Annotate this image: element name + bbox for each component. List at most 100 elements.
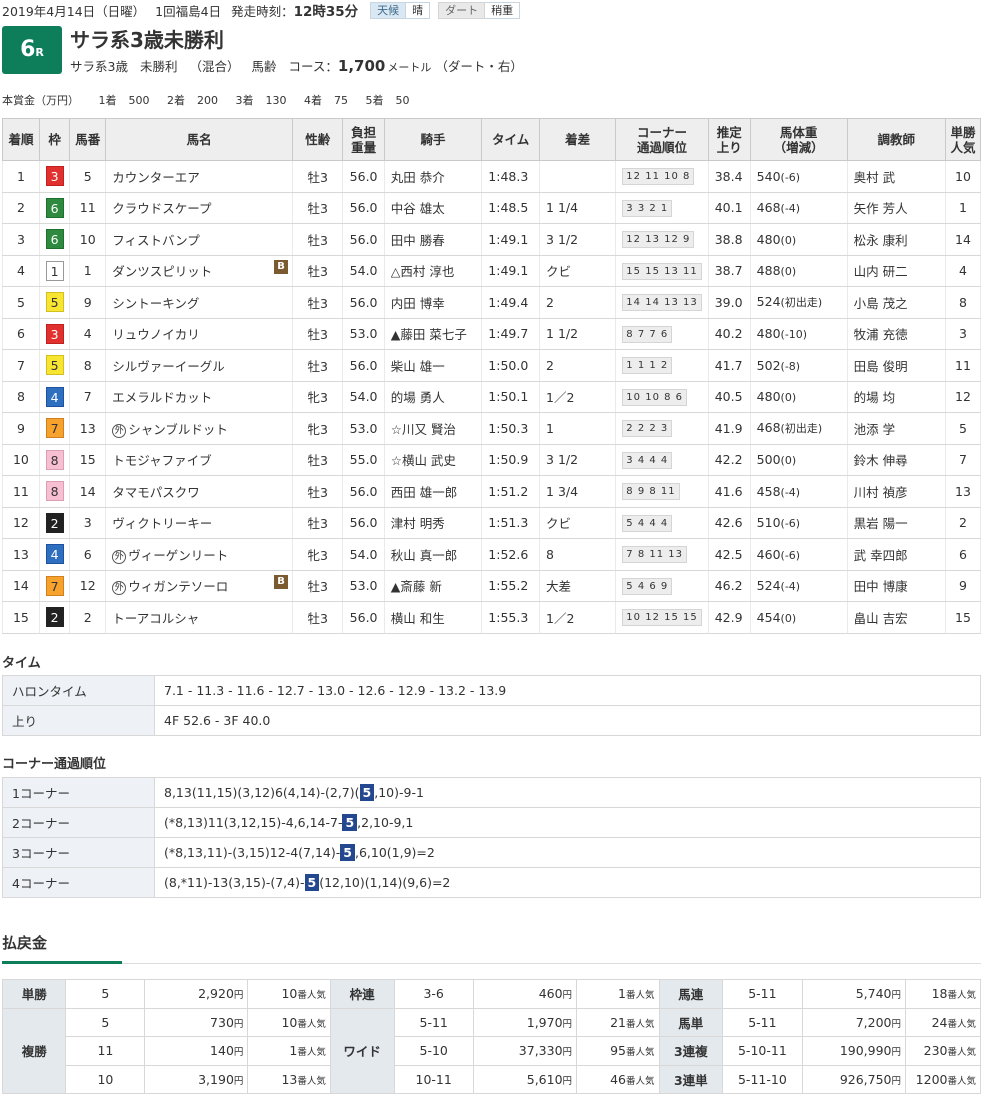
- umaren-label: 馬連: [658, 979, 724, 1009]
- win-popularity: 6: [944, 538, 982, 571]
- body-weight-diff: (-4): [780, 202, 801, 216]
- finish-order: 15: [2, 601, 40, 634]
- trainer-name[interactable]: 山内 研二: [846, 254, 946, 287]
- jockey-name[interactable]: 秋山 真一郎: [383, 538, 483, 571]
- jockey-name[interactable]: 津村 明秀: [383, 506, 483, 539]
- trainer-name[interactable]: 田島 俊明: [846, 349, 946, 382]
- margin: 1 3/4: [539, 475, 617, 508]
- horse-name[interactable]: ダンツスピリット: [112, 264, 212, 279]
- trainer-name[interactable]: 鈴木 伸尋: [846, 443, 946, 476]
- corner-positions: 10 10 8 6: [622, 388, 688, 406]
- trainer-name[interactable]: 池添 学: [846, 412, 946, 445]
- trainer-name[interactable]: 奥村 武: [846, 160, 946, 193]
- finish-time: 1:49.1: [481, 254, 541, 287]
- carried-weight: 56.0: [342, 601, 385, 634]
- trainer-name[interactable]: 的場 均: [846, 380, 946, 413]
- waku-badge: 5: [45, 355, 64, 376]
- trainer-name[interactable]: 田中 博康: [846, 569, 946, 602]
- jockey-name[interactable]: 西田 雄一郎: [383, 475, 483, 508]
- trainer-name[interactable]: 畠山 吉宏: [846, 601, 946, 634]
- sanrentan-label: 3連単: [658, 1064, 724, 1094]
- race-number-badge: 6R: [2, 26, 62, 74]
- jockey-name[interactable]: ☆川又 賢治: [383, 412, 483, 445]
- jockey-name[interactable]: △西村 淳也: [383, 254, 483, 287]
- trainer-name[interactable]: 川村 禎彦: [846, 475, 946, 508]
- margin: 3 1/2: [539, 223, 617, 256]
- win-popularity: 4: [944, 254, 982, 287]
- last-3f: 40.2: [707, 317, 751, 350]
- sex-age: 牡3: [292, 475, 344, 508]
- horse-name[interactable]: トモジャファイブ: [112, 453, 211, 468]
- horse-name[interactable]: ウィガンテソーロ: [128, 579, 228, 594]
- table-row: 5 5 9 シントーキング 牡3 56.0 内田 博幸 1:49.4 2 14 14 13 13 3…: [2, 286, 982, 319]
- sex-age: 牡3: [292, 191, 344, 224]
- tansho-label: 単勝: [1, 979, 67, 1009]
- jockey-name[interactable]: 的場 勇人: [383, 380, 483, 413]
- horse-name[interactable]: タマモパスクワ: [112, 485, 200, 500]
- sex-age: 牡3: [292, 317, 344, 350]
- horse-number: 2: [69, 601, 107, 634]
- jockey-name[interactable]: 中谷 雄太: [383, 191, 483, 224]
- jockey-name[interactable]: 柴山 雄一: [383, 349, 483, 382]
- horse-name[interactable]: リュウノイカリ: [112, 327, 200, 342]
- trainer-name[interactable]: 松永 康利: [846, 223, 946, 256]
- trainer-name[interactable]: 武 幸四郎: [846, 538, 946, 571]
- jockey-name[interactable]: ▲斎藤 新: [383, 569, 483, 602]
- jockey-name[interactable]: 横山 和生: [383, 601, 483, 634]
- track-condition: 稍重: [485, 1, 521, 19]
- jockey-name[interactable]: 内田 博幸: [383, 286, 483, 319]
- results-header-row: 着順 枠 馬番 馬名 性齢 負担 重量 騎手 タイム 着差 コーナー 通過順位 推定…: [2, 118, 982, 161]
- timing-section-title: タイム: [2, 656, 41, 671]
- sex-age: 牡3: [292, 223, 344, 256]
- horse-name[interactable]: カウンターエア: [112, 170, 200, 185]
- horse-name[interactable]: ヴィーゲンリート: [128, 548, 228, 563]
- win-popularity: 5: [944, 412, 982, 445]
- trainer-name[interactable]: 牧浦 充徳: [846, 317, 946, 350]
- horse-name[interactable]: シントーキング: [112, 296, 199, 311]
- carried-weight: 53.0: [342, 317, 385, 350]
- horse-name[interactable]: エメラルドカット: [112, 390, 212, 405]
- horse-name[interactable]: フィストバンプ: [112, 233, 200, 248]
- race-name: サラ系3歳未勝利: [70, 28, 224, 52]
- last-3f: 38.7: [707, 254, 751, 287]
- horse-name[interactable]: クラウドスケープ: [112, 201, 211, 216]
- corner-table: 1コーナー 8,13(11,15)(3,12)6(4,14)-(2,7)(5,10…: [2, 777, 981, 898]
- finish-time: 1:50.0: [481, 349, 541, 382]
- trainer-name[interactable]: 矢作 芳人: [846, 191, 946, 224]
- finish-time: 1:49.1: [481, 223, 541, 256]
- col-waku: 枠: [38, 118, 71, 161]
- weather-label: 天候: [370, 1, 407, 19]
- corner-positions: 2 2 2 3: [622, 420, 673, 438]
- margin: 1／2: [539, 380, 617, 413]
- jockey-name[interactable]: 田中 勝春: [383, 223, 483, 256]
- finish-order: 1: [2, 160, 40, 193]
- horse-number: 13: [69, 412, 107, 445]
- last-3f: 40.1: [707, 191, 751, 224]
- waku-badge: 4: [45, 544, 64, 565]
- payout-row: 10 3,190円 13番人気 10-11 5,610円 46番人気 3連単 5…: [3, 1064, 981, 1094]
- horse-number: 1: [69, 254, 107, 287]
- trainer-name[interactable]: 黒岩 陽一: [846, 506, 946, 539]
- win-popularity: 12: [944, 380, 982, 413]
- finish-time: 1:52.6: [481, 538, 541, 571]
- horse-name[interactable]: トーアコルシャ: [112, 611, 199, 626]
- sex-age: 牡3: [292, 443, 344, 476]
- table-row: 15 2 2 トーアコルシャ 牡3 56.0 横山 和生 1:55.3 1／2 10 12 15 …: [2, 601, 982, 634]
- waku-badge: 7: [45, 418, 64, 439]
- body-weight-diff: (0): [780, 611, 797, 625]
- col-corner: コーナー 通過順位: [615, 118, 709, 161]
- payout-row: 単勝 5 2,920円 10番人気 枠連 3-6 460円 1番人気 馬連 5-…: [1, 979, 981, 1009]
- horse-name[interactable]: ヴィクトリーキー: [112, 516, 212, 531]
- horse-name[interactable]: シャンブルドット: [128, 422, 228, 437]
- sex-age: 牝3: [292, 380, 344, 413]
- finish-order: 7: [2, 349, 40, 382]
- margin: 1: [539, 412, 617, 445]
- horse-name[interactable]: シルヴァーイーグル: [112, 359, 225, 374]
- trainer-name[interactable]: 小島 茂之: [846, 286, 946, 319]
- jockey-name[interactable]: ▲藤田 菜七子: [383, 317, 483, 350]
- table-row: 6 3 4 リュウノイカリ 牡3 53.0 ▲藤田 菜七子 1:49.7 1 1/2 8 7 7 …: [2, 317, 982, 350]
- jockey-name[interactable]: 丸田 恭介: [383, 160, 483, 193]
- table-row: 3 6 10 フィストバンプ 牡3 56.0 田中 勝春 1:49.1 3 1/2 12 13 1…: [2, 223, 982, 256]
- jockey-name[interactable]: ☆横山 武史: [383, 443, 483, 476]
- body-weight: 458: [756, 483, 781, 499]
